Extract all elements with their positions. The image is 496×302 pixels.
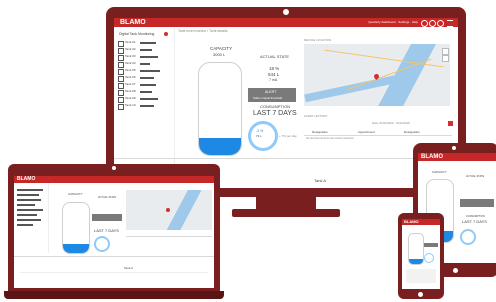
ring-percent: -3 % bbox=[256, 129, 264, 133]
tablet-period: LAST 7 DAYS bbox=[462, 219, 487, 224]
laptop-chart-title: Tank A bbox=[124, 266, 134, 270]
consumption-ring bbox=[248, 121, 278, 151]
alert-title: ALERT bbox=[265, 90, 277, 94]
sidebar-item[interactable]: Tank 05 bbox=[118, 68, 170, 75]
table-header-2[interactable]: Appointment bbox=[358, 130, 375, 134]
monitor-camera bbox=[283, 9, 289, 15]
actual-litres: 544 L bbox=[268, 72, 280, 77]
user-icon[interactable] bbox=[421, 20, 428, 27]
date-range[interactable]: Date: 01/01/2020 - 31/12/2020 bbox=[372, 121, 410, 125]
laptop-actual-label: ACTUAL STATE bbox=[98, 196, 117, 199]
laptop-tank bbox=[62, 202, 90, 254]
tablet-home-button[interactable] bbox=[453, 268, 458, 273]
export-icon[interactable] bbox=[448, 121, 453, 126]
laptop-sidebar bbox=[14, 183, 49, 253]
sidebar-item[interactable]: Tank 04 bbox=[118, 61, 170, 68]
ring-sub: 74 L bbox=[256, 134, 262, 138]
phone-home-button[interactable] bbox=[418, 292, 423, 297]
device-location-label: DEVICE LOCATION bbox=[304, 38, 332, 42]
sidebar-item[interactable]: Tank 02 bbox=[118, 47, 170, 54]
phone-logo[interactable]: BLAMO bbox=[404, 219, 419, 225]
sidebar-item[interactable]: Tank 07 bbox=[118, 82, 170, 89]
consumption-period: LAST 7 DAYS bbox=[253, 110, 297, 117]
laptop-period: LAST 7 DAYS bbox=[94, 228, 119, 233]
consumption-label: CONSUMPTION bbox=[260, 104, 290, 109]
laptop-logo[interactable]: BLAMO bbox=[17, 176, 35, 183]
laptop-base bbox=[4, 291, 224, 299]
sidebar-item[interactable]: Tank 09 bbox=[118, 96, 170, 103]
monitor-screen: BLAMO Quarterly dashboard · Settings · H… bbox=[114, 18, 458, 188]
phone-ring bbox=[424, 253, 434, 263]
laptop-screen: BLAMO CAPACITY ACTUAL STATE LAST 7 DAYS … bbox=[14, 176, 214, 288]
phone-alert-box[interactable] bbox=[424, 243, 438, 247]
sidebar-item[interactable]: Tank 10 bbox=[118, 103, 170, 110]
table-header-3[interactable]: Designation bbox=[404, 130, 420, 134]
alert-text: Table in liquid threshold bbox=[253, 96, 283, 100]
actual-time: 7 mA bbox=[269, 78, 278, 82]
sidebar-item[interactable]: Tank 06 bbox=[118, 75, 170, 82]
small-stats: + 7% per day bbox=[279, 134, 297, 138]
laptop-alert-box[interactable] bbox=[92, 214, 122, 221]
actual-percent: 18 % bbox=[269, 66, 280, 71]
tablet-logo[interactable]: BLAMO bbox=[421, 153, 443, 161]
laptop-topbar: BLAMO bbox=[14, 176, 214, 183]
phone-content-block bbox=[406, 269, 436, 283]
laptop-camera bbox=[112, 166, 116, 170]
app-logo[interactable]: BLAMO bbox=[120, 18, 146, 27]
close-icon[interactable] bbox=[164, 32, 168, 36]
alert-history-label: ALERT HISTORY bbox=[304, 114, 328, 118]
table-divider bbox=[304, 135, 452, 136]
tank-gauge bbox=[198, 62, 242, 156]
table-empty: No records found for the current selecti… bbox=[306, 137, 354, 140]
chart-title: Tank A bbox=[314, 178, 327, 183]
breadcrumb[interactable]: Tank level monitor / Tank details bbox=[178, 29, 228, 33]
tablet-capacity-label: CAPACITY bbox=[432, 170, 447, 174]
tablet-topbar: BLAMO bbox=[418, 153, 496, 161]
capacity-label: CAPACITY bbox=[210, 46, 233, 51]
tablet-alert-box[interactable] bbox=[460, 199, 494, 207]
sidebar-item[interactable]: Tank 03 bbox=[118, 54, 170, 61]
laptop-chart-area bbox=[20, 272, 208, 285]
laptop-divider bbox=[126, 236, 212, 237]
phone-tank bbox=[408, 233, 424, 265]
laptop-chart-divider bbox=[14, 256, 214, 257]
monitor-topbar: BLAMO Quarterly dashboard · Settings · H… bbox=[114, 18, 458, 27]
laptop-map[interactable] bbox=[126, 190, 212, 230]
phone-topbar: BLAMO bbox=[402, 219, 440, 225]
header-actions[interactable]: Quarterly dashboard · Settings · Help bbox=[368, 20, 418, 24]
monitor-base bbox=[232, 209, 340, 217]
tablet-ring bbox=[460, 229, 476, 245]
alert-box[interactable]: ALERT Table in liquid threshold bbox=[248, 88, 296, 102]
tablet-actual-label: ACTUAL STATE bbox=[466, 175, 485, 178]
chart-divider bbox=[114, 158, 458, 159]
capacity-value: 3000 L bbox=[213, 52, 226, 57]
device-map[interactable] bbox=[304, 44, 450, 106]
menu-icon[interactable] bbox=[447, 20, 453, 27]
zoom-out-icon[interactable] bbox=[442, 55, 449, 62]
actual-state-label: ACTUAL STATE bbox=[260, 54, 290, 59]
notification-icon[interactable] bbox=[429, 20, 436, 27]
sidebar-item[interactable]: Tank 08 bbox=[118, 89, 170, 96]
tablet-consumption: CONSUMPTION bbox=[466, 215, 485, 218]
tank-level bbox=[199, 138, 241, 155]
sidebar-item[interactable]: Tank 01 bbox=[118, 40, 170, 47]
table-header-1[interactable]: Designation bbox=[312, 130, 328, 134]
tablet-camera bbox=[452, 146, 456, 150]
laptop-pin-icon[interactable] bbox=[166, 208, 170, 212]
phone-screen: BLAMO bbox=[402, 219, 440, 289]
zoom-in-icon[interactable] bbox=[442, 48, 449, 55]
laptop-ring bbox=[94, 236, 110, 252]
sidebar-title: Digital Tank Monitoring bbox=[119, 32, 155, 36]
help-icon[interactable] bbox=[437, 20, 444, 27]
laptop-capacity-label: CAPACITY bbox=[68, 192, 83, 196]
